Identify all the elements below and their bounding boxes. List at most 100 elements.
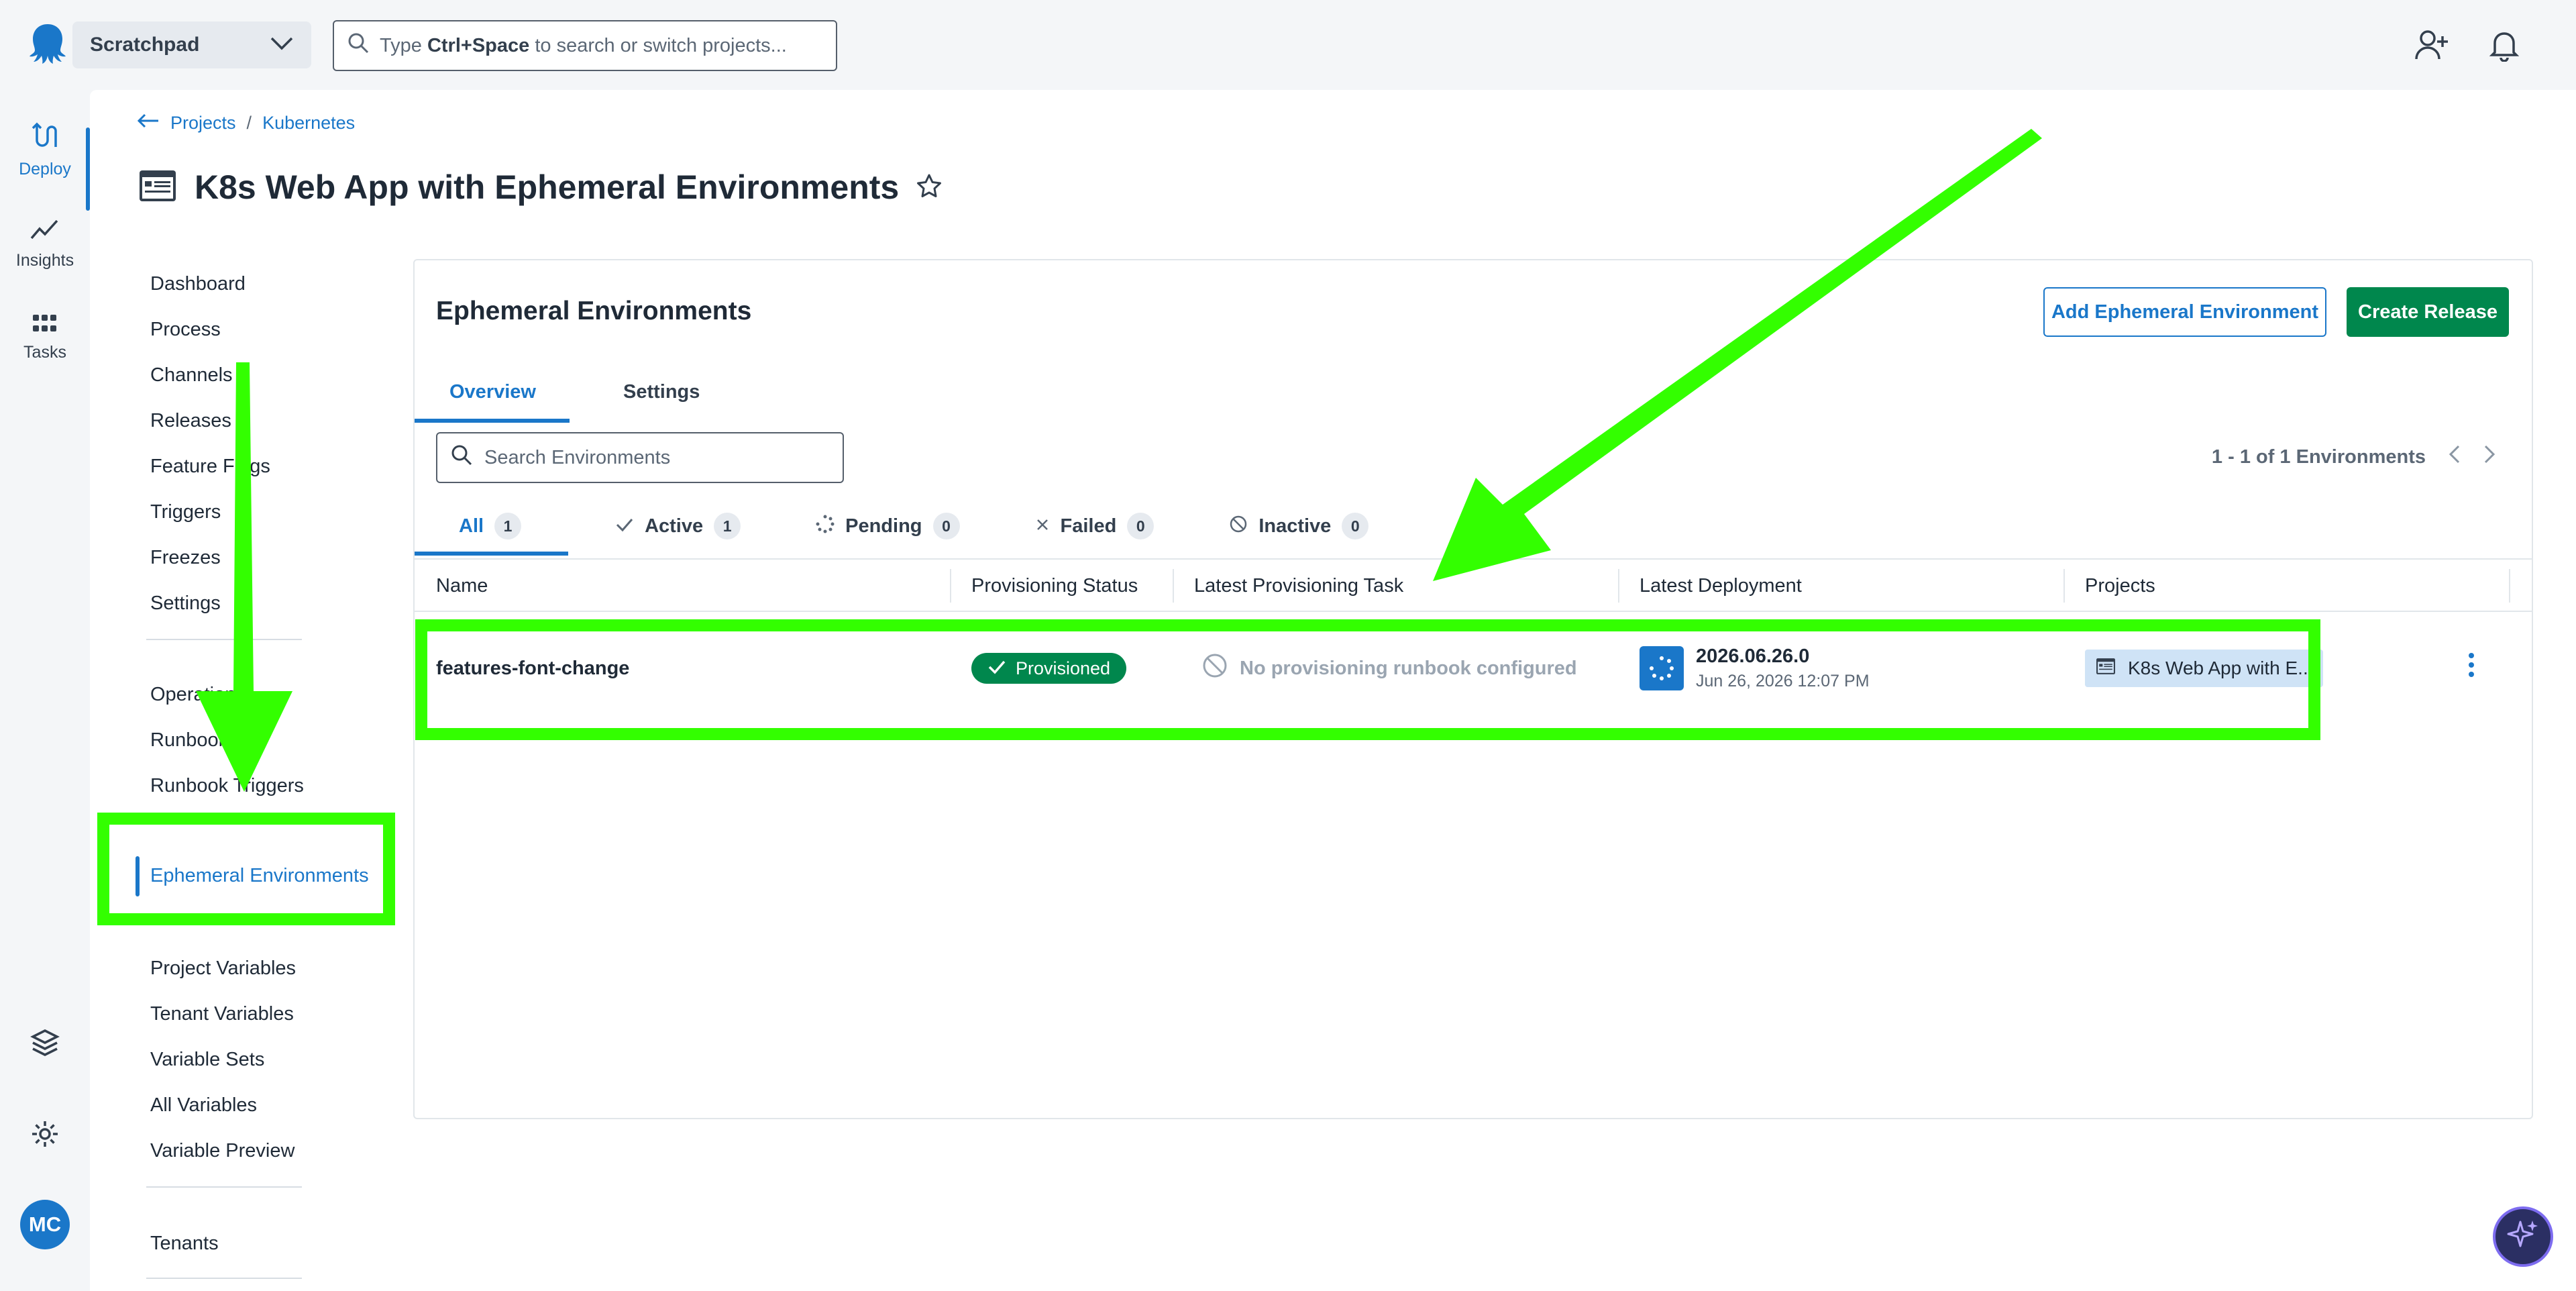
filter-active[interactable]: Active 1 [568, 497, 771, 556]
layers-icon[interactable] [0, 1028, 90, 1057]
rail-label: Deploy [19, 160, 71, 178]
tab-settings[interactable]: Settings [570, 361, 735, 423]
subnav-item-variable-preview[interactable]: Variable Preview [150, 1129, 392, 1173]
latest-deployment[interactable]: 2026.06.26.0 Jun 26, 2026 12:07 PM [1640, 646, 1870, 691]
column-name[interactable]: Name [436, 560, 488, 612]
panel-title: Ephemeral Environments [436, 297, 752, 325]
subnav-item-releases[interactable]: Releases [150, 399, 392, 443]
page-title: K8s Web App with Ephemeral Environments [195, 168, 900, 206]
table-row[interactable]: features-font-change Provisioned No prov… [415, 612, 2532, 725]
subnav-item-tenants[interactable]: Tenants [150, 1221, 392, 1266]
tab-overview[interactable]: Overview [415, 361, 570, 423]
subnav-item-variable-sets[interactable]: Variable Sets [150, 1037, 392, 1082]
add-ephemeral-environment-button[interactable]: Add Ephemeral Environment [2043, 287, 2326, 337]
column-provisioning-status[interactable]: Provisioning Status [971, 560, 1138, 612]
more-options-icon[interactable] [2467, 652, 2475, 685]
filter-pending[interactable]: Pending 0 [771, 497, 990, 556]
ephemeral-environments-panel: Ephemeral Environments Add Ephemeral Env… [413, 259, 2533, 1119]
arrow-left-icon[interactable] [137, 113, 160, 134]
subnav-item-dashboard[interactable]: Dashboard [150, 262, 392, 306]
filter-label: Pending [845, 515, 922, 537]
avatar[interactable]: MC [20, 1200, 70, 1249]
invite-user-icon[interactable] [2414, 27, 2450, 63]
check-icon [615, 516, 634, 537]
filter-count: 1 [494, 513, 522, 539]
breadcrumb-projects[interactable]: Projects [170, 113, 236, 134]
deployment-version: 2026.06.26.0 [1696, 646, 1810, 667]
subnav-item-ephemeral-environments[interactable]: Ephemeral Environments [136, 854, 392, 898]
subnav-divider [146, 1278, 302, 1279]
filter-inactive[interactable]: Inactive 0 [1185, 497, 1399, 556]
subnav-item-tenant-variables[interactable]: Tenant Variables [150, 992, 392, 1036]
column-latest-provisioning-task[interactable]: Latest Provisioning Task [1194, 560, 1403, 612]
global-search-input[interactable]: Type Ctrl+Space to search or switch proj… [333, 20, 837, 71]
search-icon [347, 32, 369, 59]
pagination: 1 - 1 of 1 Environments [2212, 444, 2496, 470]
chevron-left-icon[interactable] [2449, 444, 2461, 470]
bell-icon[interactable] [2486, 27, 2522, 63]
rail-label: Tasks [23, 343, 66, 362]
provisioning-task: No provisioning runbook configured [1202, 653, 1577, 684]
column-divider [950, 569, 951, 603]
rail-item-tasks[interactable]: Tasks [0, 298, 90, 378]
panel-tabs: Overview Settings [415, 361, 735, 423]
space-switcher[interactable]: Scratchpad [72, 21, 311, 68]
gear-icon[interactable] [0, 1119, 90, 1149]
subnav-divider [146, 639, 302, 640]
filter-count: 0 [1342, 513, 1369, 539]
sparkle-icon [2506, 1218, 2540, 1256]
rail-item-deploy[interactable]: Deploy [0, 110, 90, 211]
rail-item-insights[interactable]: Insights [0, 204, 90, 285]
search-icon [451, 444, 472, 471]
column-latest-deployment[interactable]: Latest Deployment [1640, 560, 1802, 612]
subnav-item-triggers[interactable]: Triggers [150, 490, 392, 534]
ban-icon [1229, 515, 1248, 538]
deploy-icon [32, 121, 58, 154]
project-chip[interactable]: K8s Web App with E... [2085, 650, 2323, 687]
ai-assistant-button[interactable] [2493, 1206, 2553, 1267]
chevron-right-icon[interactable] [2483, 444, 2496, 470]
breadcrumb-kubernetes[interactable]: Kubernetes [262, 113, 355, 134]
subnav-item-feature-flags[interactable]: Feature Flags [150, 444, 392, 488]
tasks-icon [32, 314, 58, 338]
spinner-icon [816, 515, 835, 538]
ban-icon [1202, 653, 1228, 684]
rail-label: Insights [15, 251, 74, 270]
column-projects[interactable]: Projects [2085, 560, 2155, 612]
top-bar: Scratchpad Type Ctrl+Space to search or … [0, 0, 2576, 90]
filter-label: Active [645, 515, 704, 537]
star-icon[interactable] [916, 173, 942, 202]
subnav-item-project-variables[interactable]: Project Variables [150, 946, 392, 990]
main-content: Projects / Kubernetes K8s Web App with E… [90, 90, 2576, 1291]
project-chip-label: K8s Web App with E... [2128, 658, 2314, 678]
filter-count: 1 [714, 513, 741, 539]
subnav-divider [146, 1186, 302, 1188]
subnav-item-freezes[interactable]: Freezes [150, 535, 392, 580]
filter-failed[interactable]: Failed 0 [991, 497, 1185, 556]
close-icon [1035, 516, 1050, 537]
column-divider [1173, 569, 1174, 603]
subnav-item-runbooks[interactable]: Runbooks [150, 718, 392, 762]
project-icon [138, 169, 177, 206]
check-icon [987, 658, 1006, 679]
status-badge: Provisioned [971, 653, 1127, 684]
project-icon [2096, 658, 2116, 680]
column-divider [1618, 569, 1619, 603]
left-nav-rail: Deploy Insights Tasks MC [0, 90, 90, 1291]
create-release-button[interactable]: Create Release [2347, 287, 2509, 337]
octopus-logo-icon[interactable] [24, 20, 71, 67]
filter-label: Inactive [1258, 515, 1332, 537]
subnav-item-process[interactable]: Process [150, 307, 392, 352]
subnav-item-runbook-triggers[interactable]: Runbook Triggers [150, 764, 392, 808]
filter-all[interactable]: All 1 [415, 497, 569, 556]
column-divider [2509, 569, 2510, 603]
search-environments-input[interactable]: Search Environments [436, 432, 844, 483]
subnav-item-settings[interactable]: Settings [150, 581, 392, 625]
table-header: Name Provisioning Status Latest Provisio… [415, 558, 2532, 612]
deployment-date: Jun 26, 2026 12:07 PM [1696, 672, 1870, 690]
subnav-item-all-variables[interactable]: All Variables [150, 1083, 392, 1127]
subnav-item-channels[interactable]: Channels [150, 353, 392, 397]
environment-name[interactable]: features-font-change [436, 658, 629, 680]
subnav-item-operations[interactable]: Operations [150, 672, 392, 717]
deployment-progress-icon [1640, 646, 1684, 690]
